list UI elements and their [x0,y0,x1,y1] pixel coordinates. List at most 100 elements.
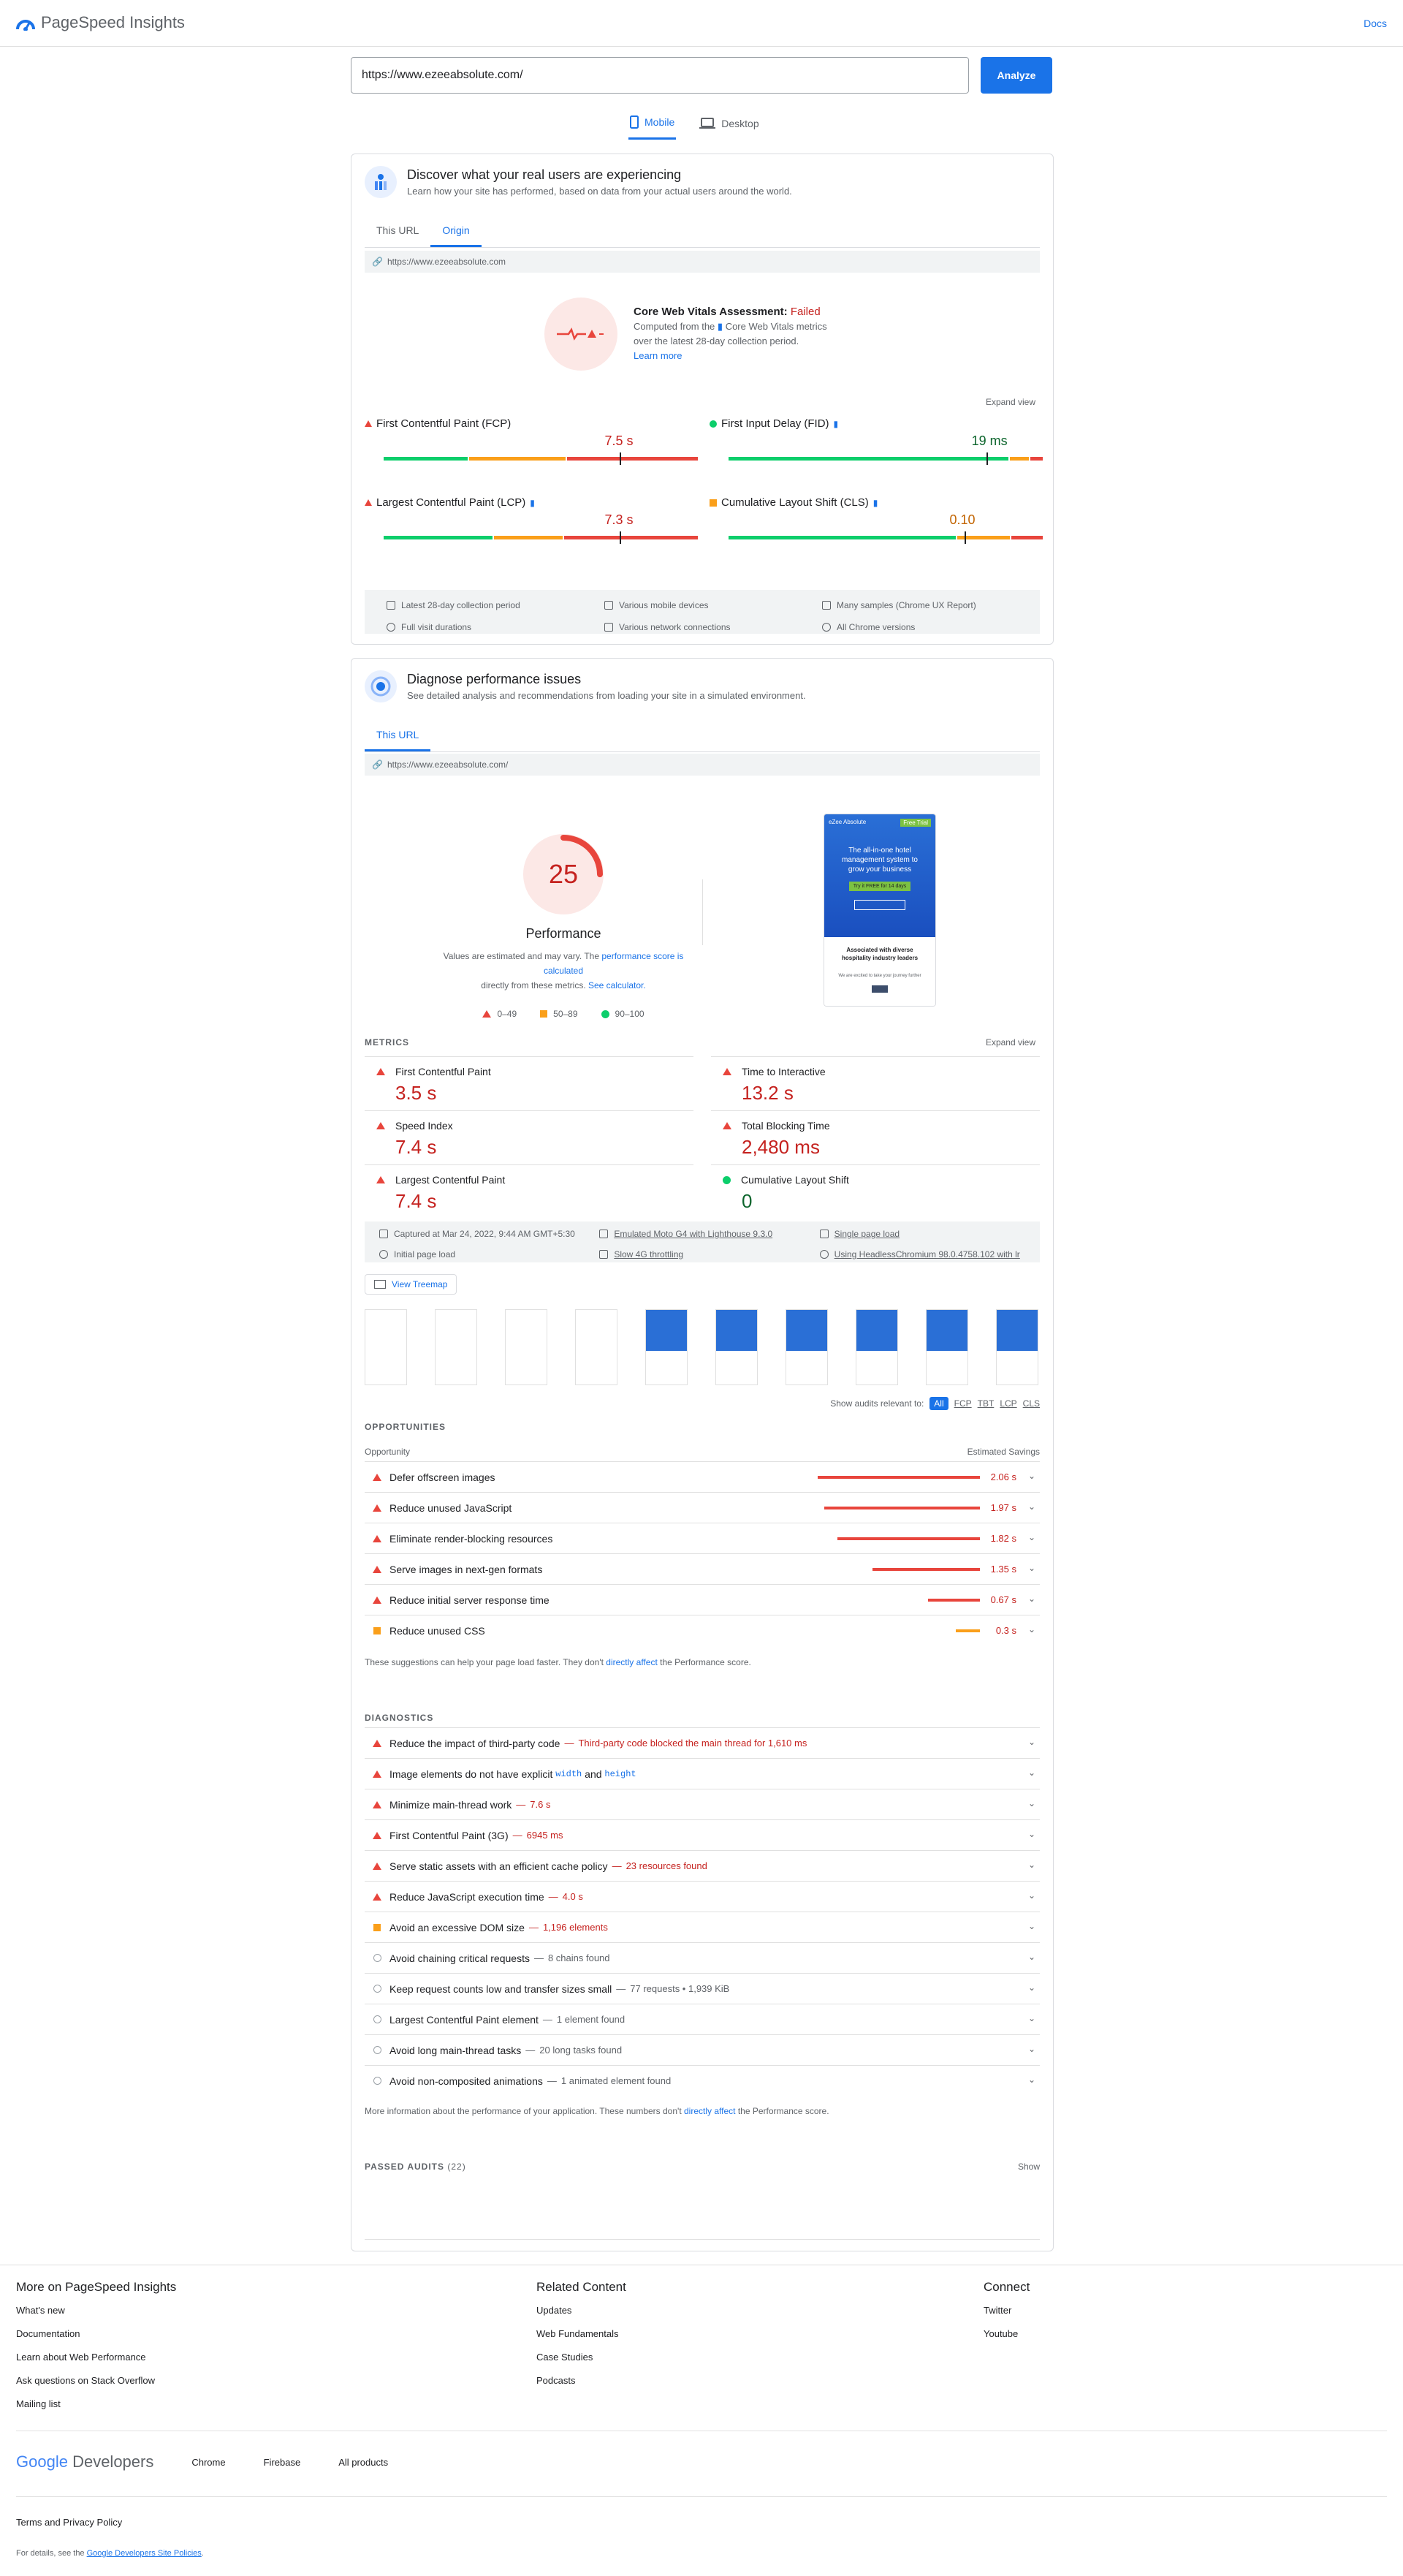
footer-product-chrome[interactable]: Chrome [191,2457,225,2468]
diagnostic-row[interactable]: Serve static assets with an efficient ca… [365,1850,1040,1881]
filter-all[interactable]: All [929,1397,948,1410]
chevron-down-icon[interactable]: ⌄ [1028,1471,1035,1481]
footer-link[interactable]: Youtube [984,2328,1030,2339]
opportunity-row[interactable]: Reduce initial server response time 0.67 … [365,1584,1040,1615]
docs-link[interactable]: Docs [1364,18,1387,29]
tab-origin[interactable]: Origin [430,217,482,247]
site-policies-link[interactable]: Google Developers Site Policies [87,2549,202,2558]
filter-tbt[interactable]: TBT [978,1398,995,1409]
opportunity-row[interactable]: Defer offscreen images 2.06 s ⌄ [365,1461,1040,1492]
view-treemap-button[interactable]: View Treemap [365,1274,457,1295]
chevron-down-icon[interactable]: ⌄ [1028,1532,1035,1542]
footer-link[interactable]: Documentation [16,2328,176,2339]
poor-icon [373,1739,381,1747]
footer-product-all[interactable]: All products [338,2457,388,2468]
footer-link[interactable]: Podcasts [536,2375,626,2386]
filmstrip-frame [505,1309,547,1385]
filter-lcp[interactable]: LCP [1000,1398,1016,1409]
terms-link[interactable]: Terms and Privacy Policy [16,2517,122,2528]
tab-this-url[interactable]: This URL [365,217,430,247]
chevron-down-icon[interactable]: ⌄ [1028,2044,1035,2054]
filter-cls[interactable]: CLS [1023,1398,1040,1409]
footer-link[interactable]: Twitter [984,2305,1030,2316]
lab-metric: First Contentful Paint 3.5 s [365,1056,693,1105]
google-developers-logo[interactable]: Google Developers [16,2452,153,2471]
learn-more-link[interactable]: Learn more [634,350,682,361]
lab-expand-view[interactable]: Expand view [986,1037,1035,1048]
footer-link[interactable]: What's new [16,2305,176,2316]
chevron-down-icon[interactable]: ⌄ [1028,1952,1035,1962]
diagnostic-row[interactable]: First Contentful Paint (3G) — 6945 ms ⌄ [365,1819,1040,1850]
diagnostic-row[interactable]: Largest Contentful Paint element — 1 eleme… [365,2004,1040,2034]
tab-lab-this-url[interactable]: This URL [365,721,431,751]
field-expand-view[interactable]: Expand view [986,397,1035,407]
chevron-down-icon[interactable]: ⌄ [1028,1737,1035,1747]
analyze-button[interactable]: Analyze [981,57,1052,94]
diagnostic-row[interactable]: Image elements do not have explicit widt… [365,1758,1040,1789]
field-metric[interactable]: First Input Delay (FID) ▮ 19 ms [710,417,1043,465]
directly-affect-link[interactable]: directly affect [606,1657,657,1667]
diagnostic-detail: 77 requests • 1,939 KiB [630,1983,730,1994]
opportunity-row[interactable]: Eliminate render-blocking resources 1.82 … [365,1523,1040,1553]
diagnostic-row[interactable]: Avoid an excessive DOM size —1,196 elemen… [365,1912,1040,1942]
chevron-down-icon[interactable]: ⌄ [1028,2075,1035,2085]
field-metric-value: 7.5 s [604,433,634,448]
distribution-bar [384,536,698,539]
distribution-segment [384,536,493,539]
chevron-down-icon[interactable]: ⌄ [1028,1890,1035,1901]
footer-link[interactable]: Ask questions on Stack Overflow [16,2375,176,2386]
chevron-down-icon[interactable]: ⌄ [1028,1860,1035,1870]
footer-link[interactable]: Learn about Web Performance [16,2352,176,2363]
field-metric[interactable]: First Contentful Paint (FCP) 7.5 s [365,417,698,465]
diagnostic-detail: 20 long tasks found [539,2045,623,2056]
distribution-segment [1030,457,1043,461]
diagnostic-row[interactable]: Reduce the impact of third-party code — Th… [365,1727,1040,1758]
passed-audits-heading[interactable]: PASSED AUDITS (22) [365,2162,466,2172]
diagnostic-row[interactable]: Keep request counts low and transfer siz… [365,1973,1040,2004]
diagnostic-name: Reduce the impact of third-party code [389,1737,560,1749]
opportunity-row[interactable]: Reduce unused CSS 0.3 s ⌄ [365,1615,1040,1645]
url-input[interactable] [351,57,969,94]
assessment-line2: over the latest 28-day collection period… [634,336,799,346]
chevron-down-icon[interactable]: ⌄ [1028,1921,1035,1931]
footer-link[interactable]: Web Fundamentals [536,2328,626,2339]
performance-label: Performance [525,926,601,941]
footer-product-firebase[interactable]: Firebase [264,2457,301,2468]
diagnostic-row[interactable]: Avoid non-composited animations —1 animat… [365,2065,1040,2096]
diagnostic-detail: 7.6 s [530,1799,551,1810]
opportunity-row[interactable]: Reduce unused JavaScript 1.97 s ⌄ [365,1492,1040,1523]
diagnostic-row[interactable]: Reduce JavaScript execution time — 4.0 s ⌄ [365,1881,1040,1912]
chevron-down-icon[interactable]: ⌄ [1028,1829,1035,1839]
chevron-down-icon[interactable]: ⌄ [1028,1798,1035,1808]
chevron-down-icon[interactable]: ⌄ [1028,1594,1035,1604]
footer-link[interactable]: Updates [536,2305,626,2316]
show-passed-button[interactable]: Show [1018,2162,1040,2172]
chevron-down-icon[interactable]: ⌄ [1028,1982,1035,1993]
chevron-down-icon[interactable]: ⌄ [1028,1768,1035,1778]
field-metric[interactable]: Cumulative Layout Shift (CLS) ▮ 0.10 [710,496,1043,544]
field-metric[interactable]: Largest Contentful Paint (LCP) ▮ 7.3 s [365,496,698,544]
assessment-status: Failed [790,306,821,318]
chevron-down-icon[interactable]: ⌄ [1028,1563,1035,1573]
directly-affect-link[interactable]: directly affect [684,2106,735,2116]
diagnostic-row[interactable]: Avoid long main-thread tasks —20 long tas… [365,2034,1040,2065]
chevron-down-icon[interactable]: ⌄ [1028,1501,1035,1512]
chevron-down-icon[interactable]: ⌄ [1028,2013,1035,2023]
footer-link[interactable]: Case Studies [536,2352,626,2363]
filter-label: Show audits relevant to: [830,1398,924,1409]
diagnostic-row[interactable]: Minimize main-thread work — 7.6 s ⌄ [365,1789,1040,1819]
opportunity-row[interactable]: Serve images in next-gen formats 1.35 s ⌄ [365,1553,1040,1584]
tab-desktop[interactable]: Desktop [698,111,760,140]
legend-average: 50–89 [540,1009,578,1019]
chevron-down-icon[interactable]: ⌄ [1028,1624,1035,1634]
see-calculator-link[interactable]: See calculator. [588,980,646,990]
savings-bar [818,1475,980,1479]
filter-fcp[interactable]: FCP [954,1398,972,1409]
app-logo[interactable]: PageSpeed Insights [16,13,185,32]
device-icon [599,1230,609,1238]
savings-value: 2.06 s [990,1471,1016,1482]
diagnostic-detail: 4.0 s [562,1891,583,1902]
tab-mobile[interactable]: Mobile [628,111,677,140]
diagnostic-row[interactable]: Avoid chaining critical requests —8 chain… [365,1942,1040,1973]
footer-link[interactable]: Mailing list [16,2398,176,2409]
